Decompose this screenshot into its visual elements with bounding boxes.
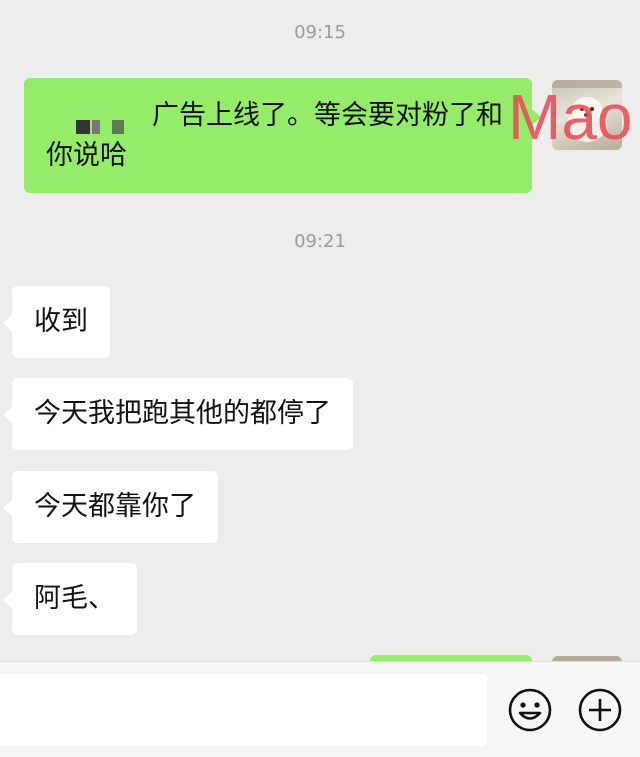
pixelation-block [112,120,124,134]
pixelation-block [76,120,90,134]
incoming-message-bubble[interactable]: 阿毛、 [3,563,137,635]
message-input[interactable] [0,674,487,746]
incoming-message-bubble[interactable]: 收到 [3,286,110,358]
redacted-name [46,96,128,136]
message-text: 今天都靠你了 [34,491,196,522]
timestamp: 09:21 [294,231,346,252]
outgoing-message-bubble[interactable]: 广告上线了。等会要对粉了和 你说哈 [24,78,541,193]
message-composer [0,661,640,757]
message-text-line: 广告上线了。等会要对粉了和 [152,100,503,131]
incoming-message-bubble[interactable]: 今天我把跑其他的都停了 [3,378,353,450]
pixelation-block [92,120,100,134]
smiley-face-icon[interactable] [506,686,554,734]
chat-screen: 09:15 广告上线了。等会要对粉了和 你说哈 Mao 09:21 收到 今天我… [0,0,640,757]
message-text-line: 你说哈 [46,140,127,171]
message-text: 收到 [34,306,88,337]
plus-circle-icon[interactable] [576,686,624,734]
timestamp: 09:15 [294,22,346,43]
incoming-message-bubble[interactable]: 今天都靠你了 [3,471,218,543]
watermark: Mao [508,81,633,153]
message-text: 阿毛、 [34,583,115,614]
message-text: 今天我把跑其他的都停了 [34,398,331,429]
